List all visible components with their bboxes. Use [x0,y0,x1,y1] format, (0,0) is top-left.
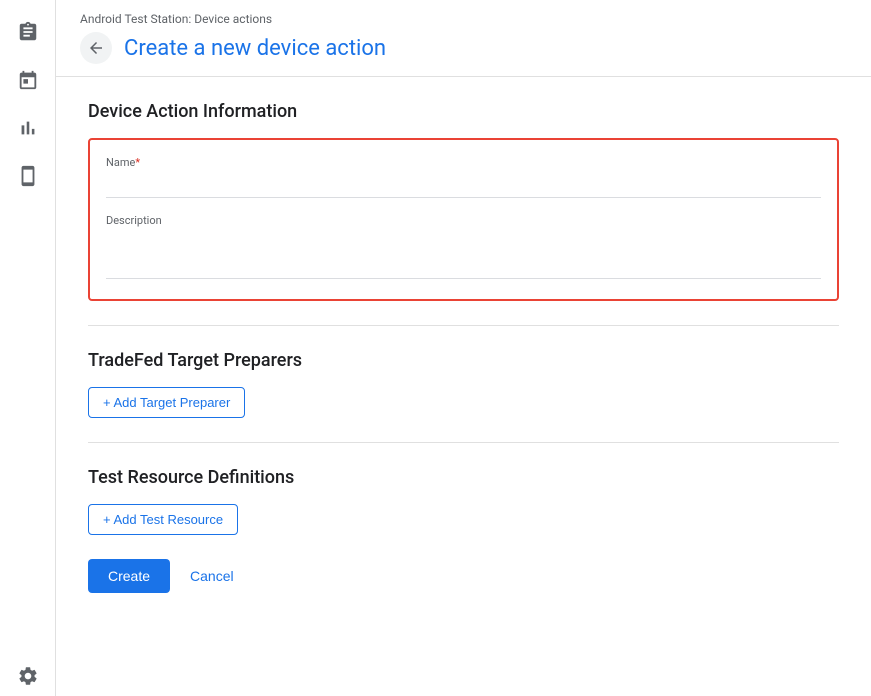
cancel-button[interactable]: Cancel [178,559,246,593]
sidebar-item-calendar[interactable] [8,60,48,100]
section-title-tradefed: TradeFed Target Preparers [88,350,839,371]
back-button[interactable] [80,32,112,64]
sidebar-item-device[interactable] [8,156,48,196]
page-title: Create a new device action [124,36,386,61]
description-field-container: Description [106,214,821,283]
divider-2 [88,442,839,443]
content-area: Device Action Information Name* Descript… [56,77,871,696]
section-title-device-action: Device Action Information [88,101,839,122]
create-button[interactable]: Create [88,559,170,593]
add-target-preparer-button[interactable]: + Add Target Preparer [88,387,245,418]
divider-1 [88,325,839,326]
section-title-test-resource: Test Resource Definitions [88,467,839,488]
main-content: Android Test Station: Device actions Cre… [56,0,871,696]
name-input[interactable] [106,173,821,198]
description-label: Description [106,214,821,227]
name-label: Name* [106,156,821,169]
breadcrumb: Android Test Station: Device actions [80,12,847,26]
device-action-form-box: Name* Description [88,138,839,301]
name-field-container: Name* [106,156,821,198]
page-header: Android Test Station: Device actions Cre… [56,0,871,77]
action-row: Create Cancel [88,559,839,593]
add-test-resource-button[interactable]: + Add Test Resource [88,504,238,535]
sidebar [0,0,56,696]
device-action-info-section: Device Action Information Name* Descript… [88,101,839,301]
description-input[interactable] [106,231,821,279]
sidebar-item-settings[interactable] [8,656,48,696]
test-resource-section: Test Resource Definitions + Add Test Res… [88,467,839,535]
sidebar-item-clipboard[interactable] [8,12,48,52]
sidebar-item-analytics[interactable] [8,108,48,148]
tradefed-section: TradeFed Target Preparers + Add Target P… [88,350,839,418]
